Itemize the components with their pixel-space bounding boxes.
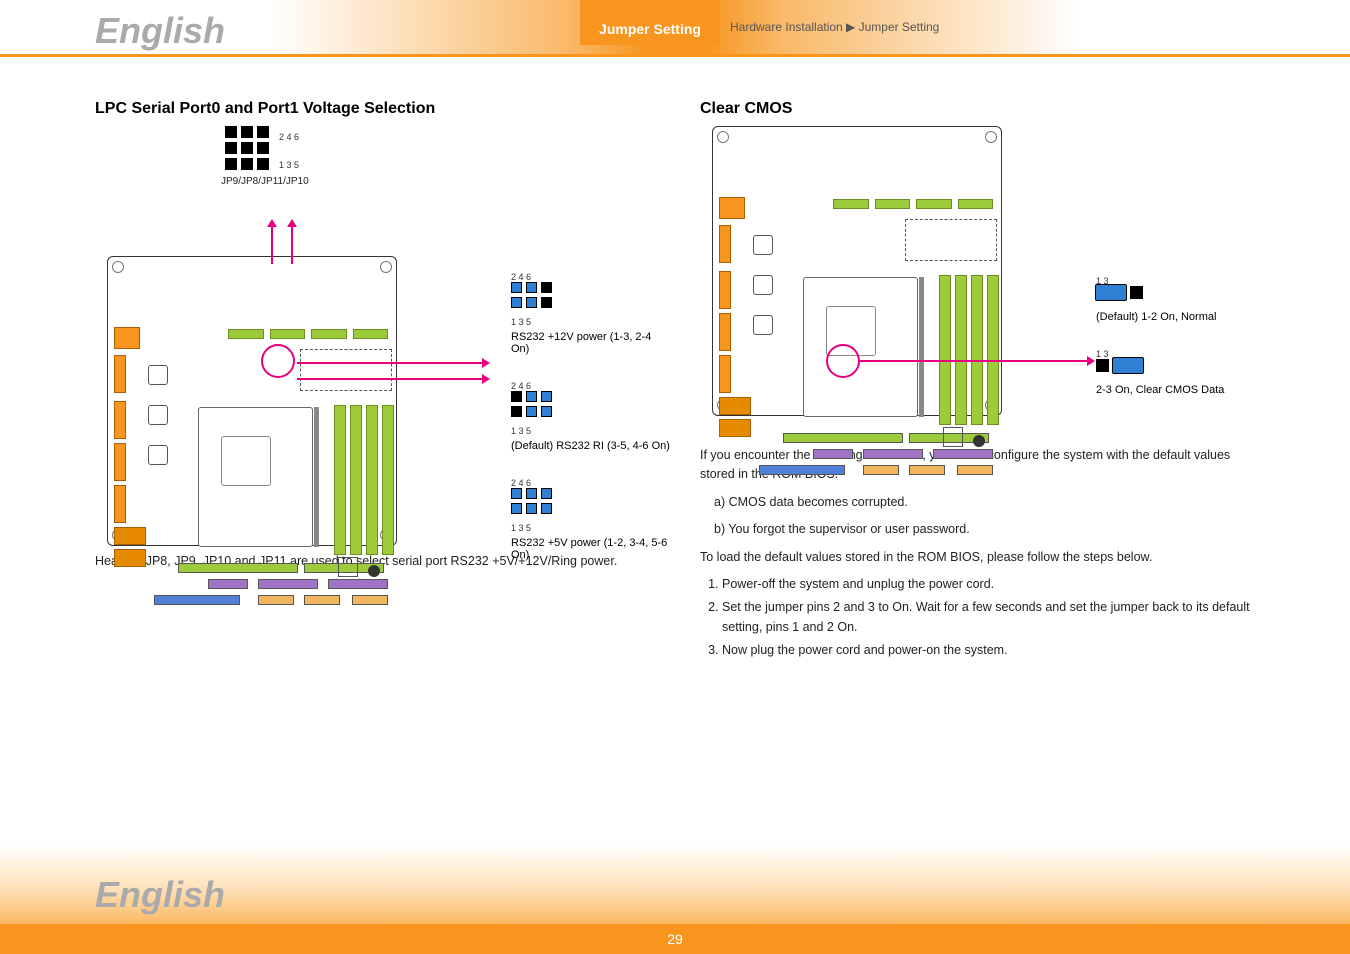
bullet-b: b) You forgot the supervisor or user pas… [700, 520, 1260, 539]
cmos-detail-1: 1 3 (Default) 1-2 On, Normal [1096, 276, 1256, 323]
detail-label: (Default) 1-2 On, Normal [1096, 311, 1256, 323]
jumper-3x2-icon [511, 391, 553, 421]
jp-names: JP9/JP8/JP11/JP10 [221, 176, 309, 187]
pins-bot: 1 3 5 [511, 317, 671, 327]
chapter-label-bottom: English [95, 874, 231, 916]
step-3: Now plug the power cord and power-on the… [722, 641, 1260, 660]
right-column: Clear CMOS 1 3 [700, 100, 1260, 668]
jp-pin-top: 2 4 6 [279, 132, 299, 142]
step-1: Power-off the system and unplug the powe… [722, 575, 1260, 594]
jumper-detail-2: 2 4 6 1 3 5 (Default) RS232 RI (3-5, 4-6… [511, 381, 671, 452]
lang-label-bottom: English [95, 874, 225, 915]
jumper-1x3-icon [1096, 286, 1146, 302]
page-number: 29 [667, 931, 683, 947]
section-title-lpc: LPC Serial Port0 and Port1 Voltage Selec… [95, 100, 655, 118]
arrow-right-icon [297, 378, 487, 380]
left-column: LPC Serial Port0 and Port1 Voltage Selec… [95, 100, 655, 579]
detail-label: RS232 +12V power (1-3, 2-4 On) [511, 331, 671, 355]
chapter-label-top: English [95, 10, 231, 52]
arrow-up-icon [291, 222, 293, 264]
jp-3x3-icon [225, 126, 273, 174]
jumper-3x2-icon [511, 488, 553, 518]
section-title-cmos: Clear CMOS [700, 100, 1260, 118]
desc2: To load the default values stored in the… [700, 548, 1260, 567]
detail-label: 2-3 On, Clear CMOS Data [1096, 384, 1256, 396]
footer-bar: 29 [0, 924, 1350, 954]
arrow-right-icon [297, 362, 487, 364]
cmos-detail-2: 1 3 2-3 On, Clear CMOS Data [1096, 349, 1256, 396]
board-diagram-left: 2 4 6 1 3 5 RS232 +12V power (1-3, 2-4 O… [101, 192, 401, 492]
cmos-detail-col: 1 3 (Default) 1-2 On, Normal 1 3 2-3 On,… [1096, 276, 1256, 422]
detail-label: (Default) RS232 RI (3-5, 4-6 On) [511, 440, 671, 452]
pins-top: 2 4 6 [511, 381, 671, 391]
callout-circle-icon [826, 344, 860, 378]
header-divider [0, 54, 1350, 57]
detail-label: RS232 +5V power (1-2, 3-4, 5-6 On) [511, 537, 671, 561]
steps-list: Power-off the system and unplug the powe… [722, 575, 1260, 661]
tab-label: Jumper Setting [580, 0, 720, 38]
right-body: If you encounter the following condition… [700, 446, 1260, 660]
jumper-3x2-icon [511, 282, 553, 312]
jp-pin-bot: 1 3 5 [279, 160, 299, 170]
jp-header-block: 2 4 6 1 3 5 JP9/JP8/JP11/JP10 [225, 126, 655, 186]
bullet-a: a) CMOS data becomes corrupted. [700, 493, 1260, 512]
step-2: Set the jumper pins 2 and 3 to On. Wait … [722, 598, 1260, 637]
jumper-detail-1: 2 4 6 1 3 5 RS232 +12V power (1-3, 2-4 O… [511, 272, 671, 355]
breadcrumb: Hardware Installation ▶ Jumper Setting [730, 20, 939, 34]
tab-jumper-setting: Jumper Setting [580, 0, 720, 45]
jumper-detail-col: 2 4 6 1 3 5 RS232 +12V power (1-3, 2-4 O… [511, 272, 671, 587]
callout-circle-icon [261, 344, 295, 378]
jumper-detail-3: 2 4 6 1 3 5 RS232 +5V power (1-2, 3-4, 5… [511, 478, 671, 561]
pins-top: 2 4 6 [511, 478, 671, 488]
pins-top: 2 4 6 [511, 272, 671, 282]
arrow-right-icon [860, 360, 1092, 362]
arrow-up-icon [271, 222, 273, 264]
board-diagram-right: 1 3 (Default) 1-2 On, Normal 1 3 2-3 On,… [706, 126, 1006, 436]
jumper-1x3-icon [1096, 359, 1146, 375]
lang-label: English [95, 10, 225, 51]
pins-bot: 1 3 5 [511, 523, 671, 533]
pins-bot: 1 3 5 [511, 426, 671, 436]
